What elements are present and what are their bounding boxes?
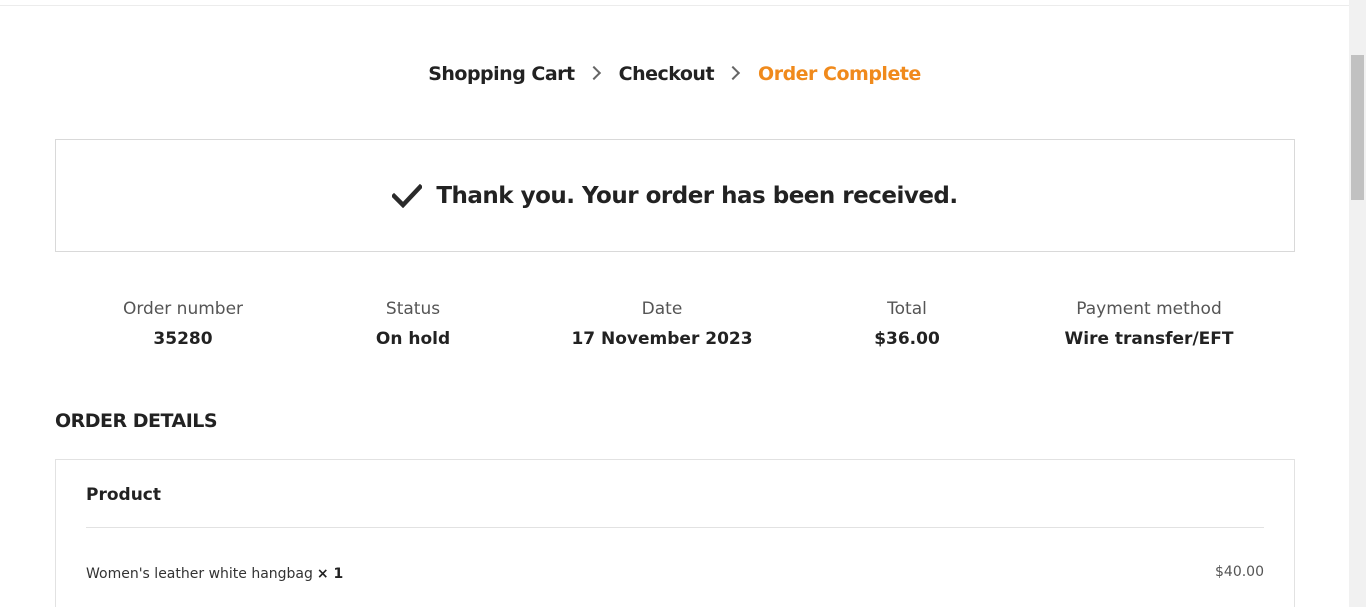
step-shopping-cart[interactable]: Shopping Cart bbox=[428, 63, 575, 85]
overview-order-number: Order number 35280 bbox=[123, 297, 243, 351]
scrollbar-thumb[interactable] bbox=[1351, 55, 1364, 200]
total-value: $36.00 bbox=[874, 329, 940, 349]
status-value: On hold bbox=[375, 329, 451, 349]
step-checkout[interactable]: Checkout bbox=[619, 63, 715, 85]
total-label: Total bbox=[887, 299, 927, 319]
product-link[interactable]: Women's leather white hangbag bbox=[86, 566, 313, 582]
overview-total: Total $36.00 bbox=[874, 297, 940, 351]
step-order-complete: Order Complete bbox=[758, 62, 921, 85]
table-row: Women's leather white hangbag × 1 $40.00 bbox=[86, 564, 1264, 588]
product-quantity: × 1 bbox=[316, 566, 344, 582]
order-number-label: Order number bbox=[122, 299, 244, 319]
date-value: 17 November 2023 bbox=[571, 329, 753, 349]
chevron-right-icon bbox=[725, 65, 741, 80]
order-overview: Order number 35280 Status On hold Date 1… bbox=[55, 297, 1295, 357]
header-divider bbox=[0, 5, 1349, 6]
date-label: Date bbox=[641, 299, 683, 319]
payment-method-label: Payment method bbox=[1076, 299, 1222, 319]
check-icon bbox=[392, 183, 423, 208]
overview-date: Date 17 November 2023 bbox=[571, 297, 752, 351]
table-divider bbox=[86, 527, 1264, 528]
chevron-right-icon bbox=[586, 65, 601, 80]
product-column-header: Product bbox=[86, 485, 161, 505]
product-name: Women's leather white hangbag × 1 bbox=[86, 566, 343, 582]
overview-status: Status On hold bbox=[376, 297, 450, 351]
order-details-title: ORDER DETAILS bbox=[55, 410, 218, 432]
order-number-value: 35280 bbox=[153, 329, 213, 349]
page: Shopping Cart Checkout Order Complete Than… bbox=[0, 0, 1349, 607]
checkout-steps: Shopping Cart Checkout Order Complete bbox=[0, 62, 1349, 85]
notice-text: Thank you. Your order has been received. bbox=[436, 182, 958, 209]
product-price: $40.00 bbox=[1215, 564, 1264, 580]
status-label: Status bbox=[385, 299, 441, 319]
overview-payment-method: Payment method Wire transfer/EFT bbox=[1065, 297, 1234, 351]
scrollbar[interactable] bbox=[1349, 0, 1366, 607]
order-received-notice: Thank you. Your order has been received. bbox=[55, 139, 1295, 252]
payment-method-value: Wire transfer/EFT bbox=[1064, 329, 1234, 349]
order-details-table: Product Women's leather white hangbag × 1… bbox=[55, 459, 1295, 607]
